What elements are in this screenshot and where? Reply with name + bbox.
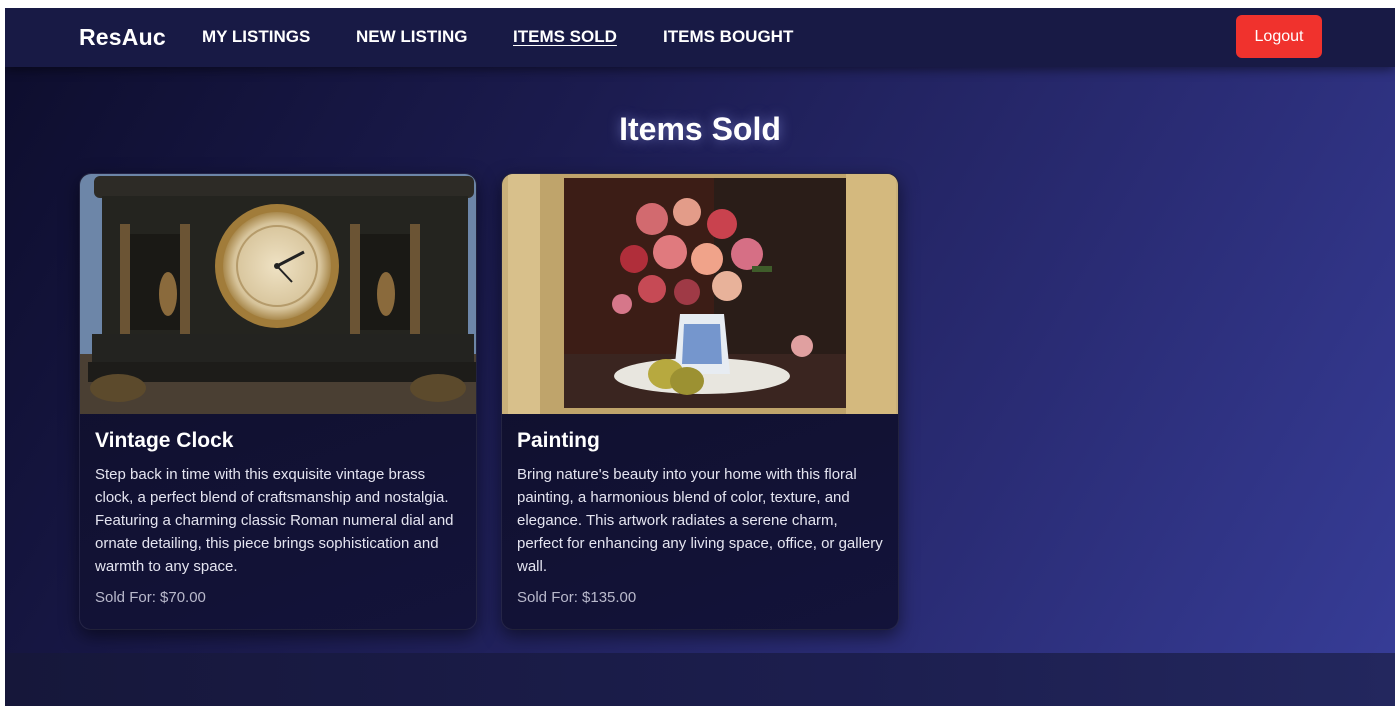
nav-items-sold[interactable]: ITEMS SOLD (513, 27, 617, 47)
nav-items-bought[interactable]: ITEMS BOUGHT (663, 27, 793, 47)
page-footer (5, 653, 1395, 706)
item-description: Step back in time with this exquisite vi… (95, 466, 454, 575)
item-card-painting[interactable]: Painting Bring nature's beauty into your… (501, 173, 899, 630)
vintage-clock-photo (80, 174, 476, 414)
nav-new-listing[interactable]: NEW LISTING (356, 27, 467, 47)
nav-my-listings[interactable]: MY LISTINGS (202, 27, 310, 47)
item-sold-price: Sold For: $70.00 (95, 589, 206, 606)
app-frame: ResAuc MY LISTINGS NEW LISTING ITEMS SOL… (5, 8, 1395, 706)
brand-logo[interactable]: ResAuc (79, 24, 166, 51)
item-title: Painting (517, 429, 600, 452)
item-title: Vintage Clock (95, 429, 234, 452)
page-title: Items Sold (619, 111, 781, 147)
item-card-vintage-clock[interactable]: Vintage Clock Step back in time with thi… (79, 173, 477, 630)
floral-painting-photo (502, 174, 898, 414)
item-description: Bring nature's beauty into your home wit… (517, 466, 883, 575)
item-sold-price: Sold For: $135.00 (517, 589, 637, 606)
top-navbar: ResAuc MY LISTINGS NEW LISTING ITEMS SOL… (5, 8, 1395, 67)
logout-button[interactable]: Logout (1236, 15, 1322, 58)
